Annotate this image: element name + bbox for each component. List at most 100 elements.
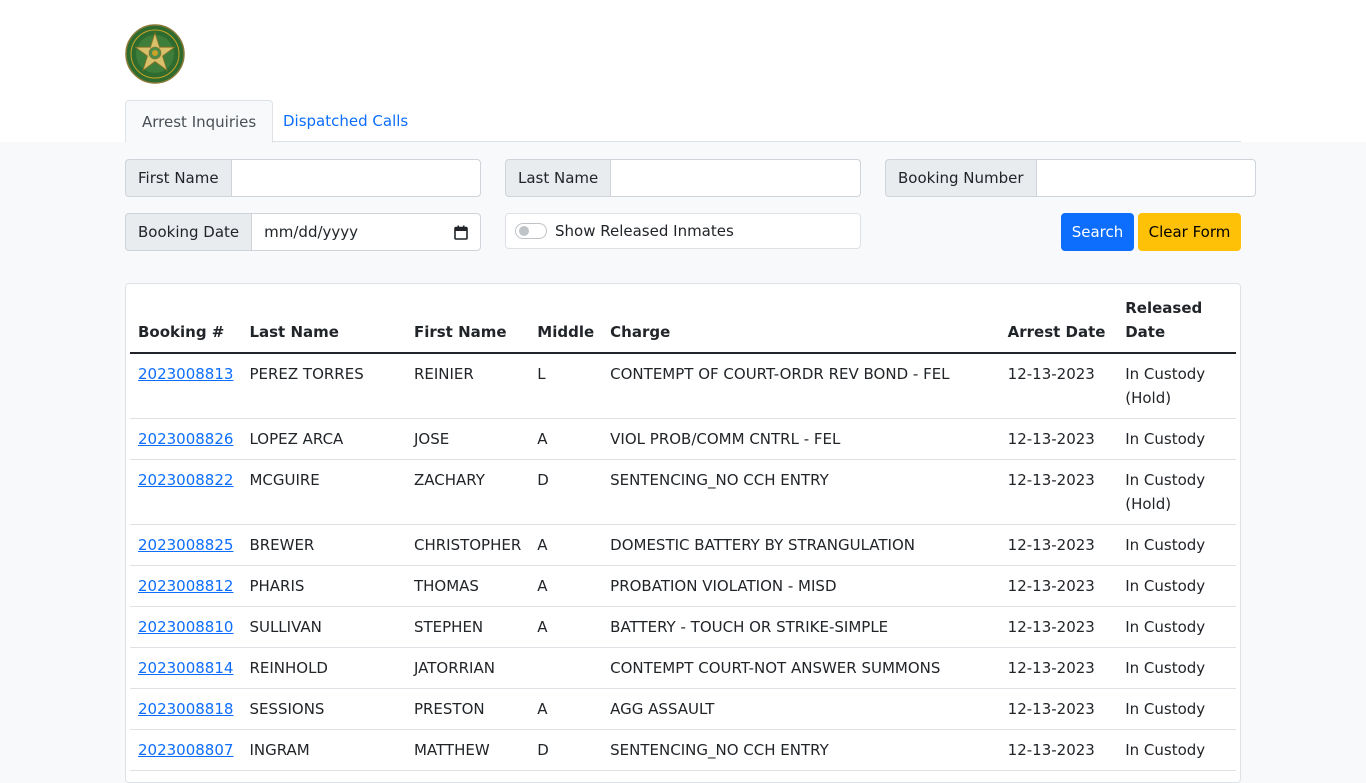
last-name-cell: PEREZ TORRES [241,353,406,419]
table-row: 2023008814 REINHOLD JATORRIAN CONTEMPT C… [130,647,1236,689]
col-charge[interactable]: Charge [602,294,1000,354]
charge-cell: AGG ASSAULT [602,688,1000,730]
arrest-date-cell: 12-13-2023 [999,459,1118,525]
booking-date-placeholder: mm/dd/yyyy [264,223,359,241]
col-booking-number[interactable]: Booking # [130,294,242,354]
table-header-row: Booking # Last Name First Name Middle Ch… [130,294,1236,354]
last-name-cell: LOPEZ ARCA [241,418,406,460]
released-date-cell: In Custody [1117,418,1236,460]
table-row: 2023008818 SESSIONS PRESTON A AGG ASSAUL… [130,688,1236,730]
first-name-input[interactable] [231,159,481,197]
last-name-cell: REINHOLD [241,647,406,689]
booking-number-link[interactable]: 2023008812 [138,577,233,595]
first-name-cell: THOMAS [405,565,530,607]
calendar-icon[interactable] [454,225,468,240]
middle-cell: D [529,729,603,771]
table-row: 2023008826 LOPEZ ARCA JOSE A VIOL PROB/C… [130,418,1236,460]
booking-number-link[interactable]: 2023008825 [138,536,233,554]
search-button[interactable]: Search [1061,213,1134,251]
first-name-group: First Name [125,159,481,197]
clear-form-button[interactable]: Clear Form [1138,213,1241,251]
last-name-input[interactable] [611,159,861,197]
arrest-date-cell: 12-13-2023 [999,524,1118,566]
last-name-cell: MCGUIRE [241,459,406,525]
toggle-knob [519,226,529,236]
first-name-cell: ZACHARY [405,459,530,525]
tab-bar: Arrest Inquiries Dispatched Calls [125,100,1241,143]
middle-cell: A [529,565,603,607]
booking-number-link[interactable]: 2023008810 [138,618,233,636]
charge-cell: CONTEMPT COURT-NOT ANSWER SUMMONS [602,647,1000,689]
middle-cell: L [529,353,603,419]
booking-number-link[interactable]: 2023008814 [138,659,233,677]
middle-cell: D [529,459,603,525]
last-name-cell: INGRAM [241,729,406,771]
middle-cell: A [529,418,603,460]
table-row: 2023008810 SULLIVAN STEPHEN A BATTERY - … [130,606,1236,648]
released-date-cell: In Custody [1117,524,1236,566]
booking-number-link[interactable]: 2023008818 [138,700,233,718]
booking-number-link[interactable]: 2023008822 [138,471,233,489]
middle-cell: A [529,524,603,566]
charge-cell: SENTENCING_NO CCH ENTRY [602,459,1000,525]
booking-date-input[interactable]: mm/dd/yyyy [252,213,481,251]
col-released-date[interactable]: Released Date [1117,294,1236,354]
show-released-label: Show Released Inmates [555,222,734,240]
page-header: Arrest Inquiries Dispatched Calls [0,0,1366,143]
last-name-cell: SESSIONS [241,688,406,730]
table-row: 2023008822 MCGUIRE ZACHARY D SENTENCING_… [130,459,1236,525]
booking-number-link[interactable]: 2023008826 [138,430,233,448]
charge-cell: VIOL PROB/COMM CNTRL - FEL [602,418,1000,460]
booking-date-group: Booking Date mm/dd/yyyy [125,213,481,251]
released-date-cell: In Custody (Hold) [1117,353,1236,419]
booking-number-group: Booking Number [885,159,1256,197]
col-first-name[interactable]: First Name [405,294,530,354]
arrest-date-cell: 12-13-2023 [999,418,1118,460]
col-last-name[interactable]: Last Name [241,294,406,354]
middle-cell [529,647,603,689]
charge-cell: DOMESTIC BATTERY BY STRANGULATION [602,524,1000,566]
booking-number-link[interactable]: 2023008807 [138,741,233,759]
booking-number-link[interactable]: 2023008813 [138,365,233,383]
charge-cell: BATTERY - TOUCH OR STRIKE-SIMPLE [602,606,1000,648]
tab-dispatched-calls[interactable]: Dispatched Calls [267,100,424,143]
last-name-cell: SULLIVAN [241,606,406,648]
col-arrest-date[interactable]: Arrest Date [999,294,1118,354]
table-row: 2023008825 BREWER CHRISTOPHER A DOMESTIC… [130,524,1236,566]
first-name-cell: JATORRIAN [405,647,530,689]
charge-cell: CONTEMPT OF COURT-ORDR REV BOND - FEL [602,353,1000,419]
last-name-cell: PHARIS [241,565,406,607]
table-row: 2023008812 PHARIS THOMAS A PROBATION VIO… [130,565,1236,607]
first-name-cell: CHRISTOPHER [405,524,530,566]
results-card: Booking # Last Name First Name Middle Ch… [125,283,1241,783]
first-name-label: First Name [125,159,232,197]
booking-date-label: Booking Date [125,213,253,251]
first-name-cell: PRESTON [405,688,530,730]
booking-number-input[interactable] [1036,159,1256,197]
arrest-date-cell: 12-13-2023 [999,688,1118,730]
first-name-cell: JOSE [405,418,530,460]
released-date-cell: In Custody [1117,647,1236,689]
released-date-cell: In Custody [1117,688,1236,730]
last-name-label: Last Name [505,159,612,197]
last-name-group: Last Name [505,159,861,197]
tab-arrest-inquiries[interactable]: Arrest Inquiries [125,100,274,143]
booking-number-label: Booking Number [885,159,1037,197]
charge-cell: SENTENCING_NO CCH ENTRY [602,729,1000,771]
middle-cell: A [529,688,603,730]
arrest-date-cell: 12-13-2023 [999,606,1118,648]
show-released-toggle-box: Show Released Inmates [505,213,861,249]
released-date-cell: In Custody (Hold) [1117,459,1236,525]
arrest-results-table: Booking # Last Name First Name Middle Ch… [130,294,1236,771]
table-row: 2023008807 INGRAM MATTHEW D SENTENCING_N… [130,729,1236,771]
released-date-cell: In Custody [1117,606,1236,648]
arrest-date-cell: 12-13-2023 [999,353,1118,419]
first-name-cell: REINIER [405,353,530,419]
middle-cell: A [529,606,603,648]
show-released-toggle[interactable] [515,223,547,239]
table-row: 2023008813 PEREZ TORRES REINIER L CONTEM… [130,353,1236,419]
first-name-cell: MATTHEW [405,729,530,771]
arrest-date-cell: 12-13-2023 [999,647,1118,689]
released-date-cell: In Custody [1117,565,1236,607]
col-middle[interactable]: Middle [529,294,603,354]
